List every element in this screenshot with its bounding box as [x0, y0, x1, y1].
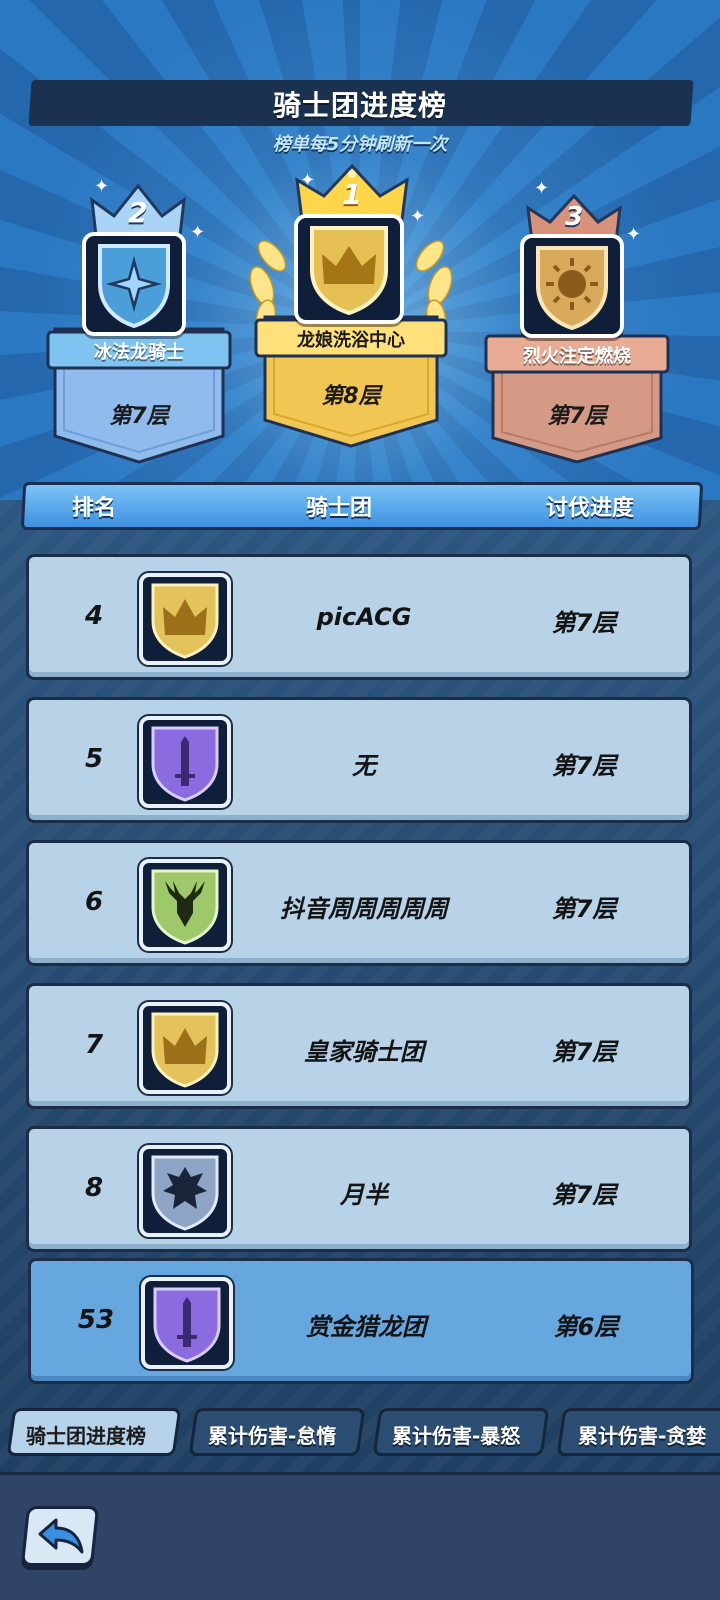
- row-rank: 5: [84, 744, 104, 774]
- crown-shield-icon: [310, 226, 388, 316]
- row-guild-name: 无: [352, 752, 376, 780]
- table-row[interactable]: 4 picACG 第7层: [26, 554, 692, 680]
- row-emblem: [139, 1002, 231, 1094]
- row-emblem: [141, 1277, 233, 1369]
- table-row[interactable]: 5 无 第7层: [26, 697, 692, 823]
- column-guild: 骑士团: [306, 496, 373, 521]
- rank-number-third: 3: [564, 202, 584, 232]
- purple-sword-shield-icon: [153, 1287, 221, 1363]
- column-rank: 排名: [72, 496, 117, 521]
- podium-first[interactable]: 1 龙娘洗浴中心 第8层: [249, 156, 453, 448]
- tab-guild-progress-label: 骑士团进度榜: [26, 1424, 146, 1448]
- gold-crown-shield-icon: [151, 583, 219, 659]
- gold-crown-shield-icon: [151, 1012, 219, 1088]
- sparkle-icon: ✦: [94, 176, 110, 197]
- table-row[interactable]: 7 皇家骑士团 第7层: [26, 983, 692, 1109]
- podium-name-second: 冰法龙骑士: [94, 342, 184, 363]
- leaderboard-screen: 骑士团进度榜 榜单每5分钟刷新一次 2 冰法龙骑士 第7层 1 龙娘洗浴中心 第…: [0, 0, 720, 1600]
- sun-shield-icon: [536, 246, 608, 331]
- rank-number-second: 2: [128, 196, 148, 229]
- tab-damage-greed-label: 累计伤害-贪婪: [578, 1424, 707, 1448]
- row-emblem: [139, 859, 231, 951]
- podium-floor-third: 第7层: [547, 404, 607, 429]
- row-rank: 8: [84, 1173, 104, 1203]
- podium-floor-second: 第7层: [109, 404, 169, 429]
- row-progress: 第7层: [551, 609, 617, 637]
- row-progress: 第6层: [553, 1313, 619, 1341]
- row-emblem: [139, 716, 231, 808]
- row-progress: 第7层: [551, 895, 617, 923]
- sparkle-icon: ✦: [534, 178, 550, 199]
- emblem-frame-third: [520, 234, 624, 338]
- row-rank: 53: [77, 1305, 115, 1335]
- sparkle-icon: ✦: [190, 222, 206, 243]
- podium-name-third: 烈火注定燃烧: [523, 346, 631, 367]
- refresh-note: 榜单每5分钟刷新一次: [272, 134, 448, 155]
- row-progress: 第7层: [551, 1038, 617, 1066]
- row-guild-name: picACG: [316, 603, 412, 631]
- row-rank: 6: [84, 887, 104, 917]
- emblem-frame-second: [82, 232, 186, 336]
- emblem-frame-first: [294, 214, 404, 324]
- podium-third[interactable]: 3 烈火注定燃烧 第7层: [484, 184, 670, 474]
- my-guild-row[interactable]: 53 赏金猎龙团 第6层: [28, 1258, 694, 1384]
- rank-number-first: 1: [342, 178, 362, 211]
- row-guild-name: 抖音周周周周周: [280, 895, 448, 923]
- podium-floor-first: 第8层: [321, 384, 381, 409]
- table-row[interactable]: 8 月半 第7层: [26, 1126, 692, 1252]
- sparkle-icon: ✦: [410, 206, 426, 227]
- row-rank: 4: [84, 601, 104, 631]
- row-progress: 第7层: [551, 752, 617, 780]
- tab-damage-sloth-label: 累计伤害-怠惰: [208, 1424, 337, 1448]
- row-guild-name: 皇家骑士团: [304, 1038, 424, 1066]
- row-emblem: [139, 573, 231, 665]
- column-progress: 讨伐进度: [546, 496, 635, 521]
- row-guild-name: 赏金猎龙团: [306, 1313, 426, 1341]
- sparkle-icon: ✦: [300, 170, 316, 191]
- row-emblem: [139, 1145, 231, 1237]
- row-rank: 7: [84, 1030, 104, 1060]
- page-title: 骑士团进度榜: [272, 89, 447, 122]
- compass-star-icon: [98, 244, 170, 329]
- back-arrow-icon: [38, 1518, 84, 1554]
- purple-sword-shield-icon: [151, 726, 219, 802]
- podium-name-first: 龙娘洗浴中心: [297, 330, 405, 351]
- tab-damage-wrath-label: 累计伤害-暴怒: [392, 1424, 521, 1448]
- silver-dragon-shield-icon: [151, 1155, 219, 1231]
- row-progress: 第7层: [551, 1181, 617, 1209]
- podium-second[interactable]: 2 冰法龙骑士 第7层: [46, 176, 232, 466]
- green-stag-shield-icon: [151, 869, 219, 945]
- table-row[interactable]: 6 抖音周周周周周 第7层: [26, 840, 692, 966]
- row-guild-name: 月半: [340, 1181, 388, 1209]
- sparkle-icon: ✦: [626, 224, 642, 245]
- bottom-bar: [0, 1472, 720, 1600]
